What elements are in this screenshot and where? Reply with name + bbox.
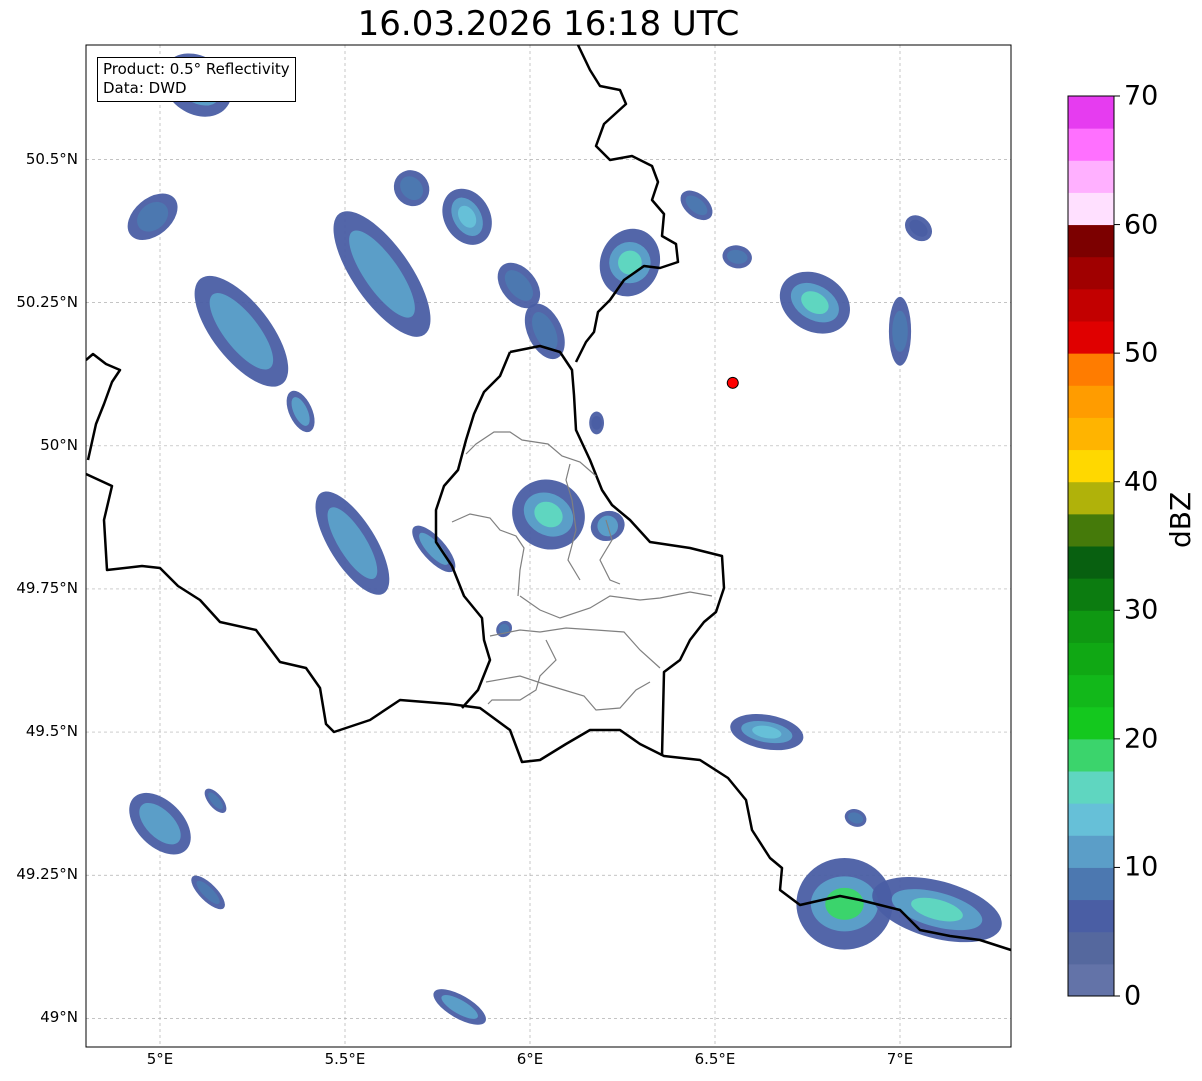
colorbar-segment — [1068, 738, 1114, 772]
colorbar-segment — [1068, 96, 1114, 129]
lat-tick-label: 49.75°N — [16, 578, 78, 597]
border-be-lu-de — [86, 352, 1011, 952]
echo-cell — [315, 491, 390, 595]
colorbar-segment — [1068, 899, 1114, 933]
echo-cell — [730, 713, 804, 751]
colorbar-segment — [1068, 546, 1114, 579]
lat-tick-label: 49°N — [40, 1008, 78, 1027]
echo-cell — [333, 211, 431, 337]
echo-cell — [433, 989, 486, 1025]
colorbar-segment — [1068, 674, 1114, 708]
echo-cell — [779, 271, 850, 334]
lat-tick-label: 49.5°N — [25, 722, 78, 741]
colorbar-tick-label: 0 — [1124, 980, 1142, 1012]
echo-cell — [194, 275, 289, 387]
colorbar-tick-label: 20 — [1124, 723, 1159, 755]
echo-cell — [599, 228, 661, 297]
echo-cell — [191, 875, 225, 910]
colorbar-segment — [1068, 385, 1114, 418]
colorbar-segment — [1068, 128, 1114, 161]
district-borders — [451, 431, 713, 711]
echo-cell — [442, 188, 492, 245]
colorbar-tick-label: 40 — [1124, 466, 1159, 498]
colorbar-segment — [1068, 867, 1114, 901]
colorbar-tick-label: 70 — [1124, 80, 1159, 112]
colorbar-segment — [1068, 803, 1114, 836]
colorbar-segment — [1068, 771, 1114, 804]
lat-tick-label: 50°N — [40, 435, 78, 454]
reflectivity-layer — [127, 53, 1002, 1025]
lon-tick-label: 5°E — [146, 1050, 174, 1068]
echo-cell — [127, 193, 178, 240]
colorbar-segment — [1068, 192, 1114, 226]
lat-tick-label: 50.25°N — [16, 292, 78, 311]
echo-cell — [512, 479, 585, 550]
colorbar-segment — [1068, 578, 1114, 611]
colorbar-segment — [1068, 288, 1114, 322]
echo-cell — [844, 809, 867, 827]
colorbar-segment — [1068, 610, 1114, 643]
radar-site-marker — [726, 376, 739, 389]
echo-cell — [589, 411, 604, 435]
colorbar-segment — [1068, 160, 1114, 193]
colorbar — [1067, 95, 1120, 997]
colorbar-segment — [1068, 449, 1114, 483]
echo-cell — [286, 390, 315, 433]
colorbar-segment — [1068, 835, 1114, 868]
colorbar-tick-label: 10 — [1124, 851, 1159, 883]
product-info-box: Product: 0.5° Reflectivity Data: DWD — [97, 57, 296, 102]
lon-tick-label: 7°E — [886, 1050, 914, 1068]
colorbar-label: dBZ — [1164, 491, 1197, 548]
echo-cell — [204, 788, 227, 813]
colorbar-segment — [1068, 931, 1114, 965]
colorbar-segment — [1068, 256, 1114, 290]
echo-cell — [888, 296, 912, 366]
data-source-label: Data: DWD — [103, 79, 187, 97]
product-label: Product: 0.5° Reflectivity — [103, 60, 290, 78]
colorbar-segment — [1068, 321, 1114, 354]
echo-cell — [722, 245, 752, 269]
lat-tick-label: 50.5°N — [25, 149, 78, 168]
colorbar-segment — [1068, 417, 1114, 451]
border-de-north — [574, 45, 680, 363]
echo-cell — [872, 876, 1002, 943]
colorbar-segment — [1068, 706, 1114, 740]
colorbar-tick-label: 30 — [1124, 594, 1159, 626]
colorbar-segment — [1068, 513, 1114, 547]
colorbar-segment — [1068, 642, 1114, 676]
colorbar-tick-label: 50 — [1124, 337, 1159, 369]
echo-cell — [393, 170, 430, 207]
lon-tick-label: 6°E — [516, 1050, 544, 1068]
echo-cell — [129, 792, 191, 855]
echo-cell — [496, 620, 513, 638]
colorbar-segment — [1068, 963, 1114, 997]
colorbar-segment — [1068, 481, 1114, 515]
lat-tick-label: 49.25°N — [16, 865, 78, 884]
colorbar-segment — [1068, 353, 1114, 386]
radar-map — [85, 44, 1120, 1048]
colorbar-segment — [1068, 224, 1114, 258]
colorbar-tick-label: 60 — [1124, 209, 1159, 241]
lon-tick-label: 5.5°E — [324, 1050, 366, 1068]
lon-tick-label: 6.5°E — [694, 1050, 736, 1068]
echo-cell — [680, 190, 713, 221]
echo-cell — [904, 215, 933, 242]
